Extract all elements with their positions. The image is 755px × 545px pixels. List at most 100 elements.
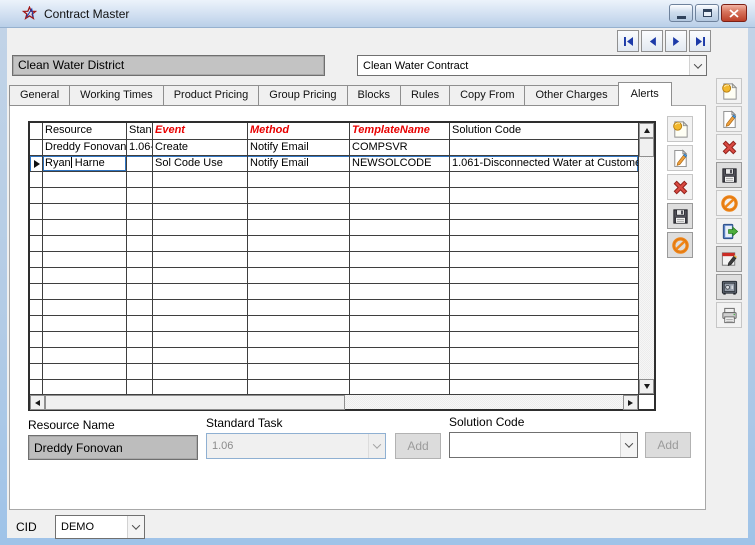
vertical-scroll-thumb[interactable] — [639, 138, 654, 157]
note-button[interactable] — [667, 116, 693, 142]
row-selector[interactable] — [30, 348, 43, 364]
vertical-scroll-track[interactable] — [639, 157, 654, 379]
grid-cell[interactable] — [450, 204, 638, 220]
grid-cell[interactable] — [350, 316, 450, 332]
horizontal-scroll-track[interactable] — [345, 395, 623, 409]
grid-cell[interactable] — [350, 252, 450, 268]
grid-cell[interactable] — [450, 348, 638, 364]
grid-cell[interactable] — [153, 364, 248, 380]
cancel-button[interactable] — [716, 190, 742, 216]
grid-cell[interactable] — [153, 316, 248, 332]
standard-task-select[interactable]: 1.06 — [206, 433, 386, 459]
grid-cell[interactable] — [350, 300, 450, 316]
grid-empty-row[interactable] — [30, 172, 638, 188]
minimize-button[interactable] — [669, 4, 693, 22]
grid-cell[interactable] — [153, 348, 248, 364]
nav-next-button[interactable] — [665, 30, 687, 52]
grid-empty-row[interactable] — [30, 364, 638, 380]
calendar-edit-button[interactable] — [716, 246, 742, 272]
grid-cell[interactable]: Ryan Harne — [43, 156, 127, 172]
grid-cell[interactable] — [450, 236, 638, 252]
row-selector[interactable] — [30, 268, 43, 284]
grid-empty-row[interactable] — [30, 348, 638, 364]
grid-cell[interactable] — [450, 332, 638, 348]
grid-cell[interactable] — [248, 236, 350, 252]
grid-cell[interactable] — [43, 284, 127, 300]
grid-cell[interactable] — [43, 380, 127, 394]
grid-empty-row[interactable] — [30, 268, 638, 284]
grid-cell[interactable] — [248, 348, 350, 364]
grid-cell[interactable] — [127, 380, 153, 394]
grid-cell[interactable] — [450, 316, 638, 332]
grid-cell[interactable] — [153, 172, 248, 188]
grid-cell[interactable]: Sol Code Use — [153, 156, 248, 172]
row-selector[interactable] — [30, 332, 43, 348]
tab-rules[interactable]: Rules — [400, 85, 450, 106]
grid-cell[interactable]: 1.061-Disconnected Water at Customer — [450, 156, 638, 172]
tab-general[interactable]: General — [9, 85, 70, 106]
grid-empty-row[interactable] — [30, 188, 638, 204]
grid-cell[interactable] — [153, 220, 248, 236]
grid-row[interactable]: Ryan Harne Sol Code UseNotify EmailNEWSOL… — [30, 156, 638, 172]
grid-cell[interactable]: Notify Email — [248, 156, 350, 172]
grid-cell[interactable] — [153, 380, 248, 394]
grid-cell[interactable] — [153, 284, 248, 300]
grid-cell[interactable] — [248, 172, 350, 188]
row-selector[interactable] — [30, 188, 43, 204]
grid-cell[interactable] — [153, 188, 248, 204]
edit-button[interactable] — [667, 145, 693, 171]
grid-empty-row[interactable] — [30, 204, 638, 220]
grid-cell[interactable] — [43, 172, 127, 188]
grid-cell[interactable] — [350, 172, 450, 188]
row-selector[interactable] — [30, 220, 43, 236]
scroll-down-button[interactable] — [639, 379, 654, 394]
grid-cell[interactable] — [248, 364, 350, 380]
row-selector[interactable] — [30, 236, 43, 252]
chevron-down-icon[interactable] — [620, 433, 637, 457]
grid-cell[interactable] — [43, 300, 127, 316]
grid-cell[interactable] — [43, 188, 127, 204]
grid-cell[interactable]: 1.06- — [127, 140, 153, 156]
row-selector[interactable] — [30, 364, 43, 380]
row-selector[interactable] — [30, 284, 43, 300]
grid-cell[interactable] — [450, 188, 638, 204]
grid-cell[interactable]: NEWSOLCODE — [350, 156, 450, 172]
row-selector[interactable] — [30, 172, 43, 188]
grid-cell[interactable] — [43, 204, 127, 220]
grid-cell[interactable] — [350, 204, 450, 220]
grid-cell[interactable] — [127, 204, 153, 220]
grid-cell[interactable] — [127, 156, 153, 172]
edit-button[interactable] — [716, 106, 742, 132]
grid-cell[interactable] — [350, 220, 450, 236]
grid-cell[interactable] — [450, 300, 638, 316]
maximize-button[interactable] — [695, 4, 719, 22]
chevron-down-icon[interactable] — [127, 516, 144, 538]
grid-empty-row[interactable] — [30, 300, 638, 316]
nav-prev-button[interactable] — [641, 30, 663, 52]
contract-select[interactable]: Clean Water Contract — [357, 55, 707, 76]
grid-empty-row[interactable] — [30, 220, 638, 236]
grid-empty-row[interactable] — [30, 332, 638, 348]
grid-cell[interactable] — [350, 332, 450, 348]
grid-cell[interactable] — [450, 172, 638, 188]
solution-code-add-button[interactable]: Add — [645, 432, 691, 458]
grid-cell[interactable] — [350, 348, 450, 364]
grid-empty-row[interactable] — [30, 252, 638, 268]
grid-cell[interactable]: Dreddy Fonovan — [43, 140, 127, 156]
delete-button[interactable] — [716, 134, 742, 160]
delete-button[interactable] — [667, 174, 693, 200]
grid-cell[interactable] — [127, 268, 153, 284]
grid-cell[interactable] — [450, 284, 638, 300]
grid-cell[interactable]: Notify Email — [248, 140, 350, 156]
scroll-up-button[interactable] — [639, 123, 654, 138]
scroll-right-button[interactable] — [623, 395, 638, 410]
grid-cell[interactable] — [127, 252, 153, 268]
grid-cell[interactable] — [350, 236, 450, 252]
row-selector[interactable] — [30, 204, 43, 220]
grid-cell[interactable] — [450, 140, 638, 156]
tab-working-times[interactable]: Working Times — [69, 85, 164, 106]
chevron-down-icon[interactable] — [689, 56, 706, 75]
grid-cell[interactable] — [450, 268, 638, 284]
grid-cell[interactable] — [43, 220, 127, 236]
grid-row[interactable]: Dreddy Fonovan1.06-CreateNotify EmailCOM… — [30, 140, 638, 156]
